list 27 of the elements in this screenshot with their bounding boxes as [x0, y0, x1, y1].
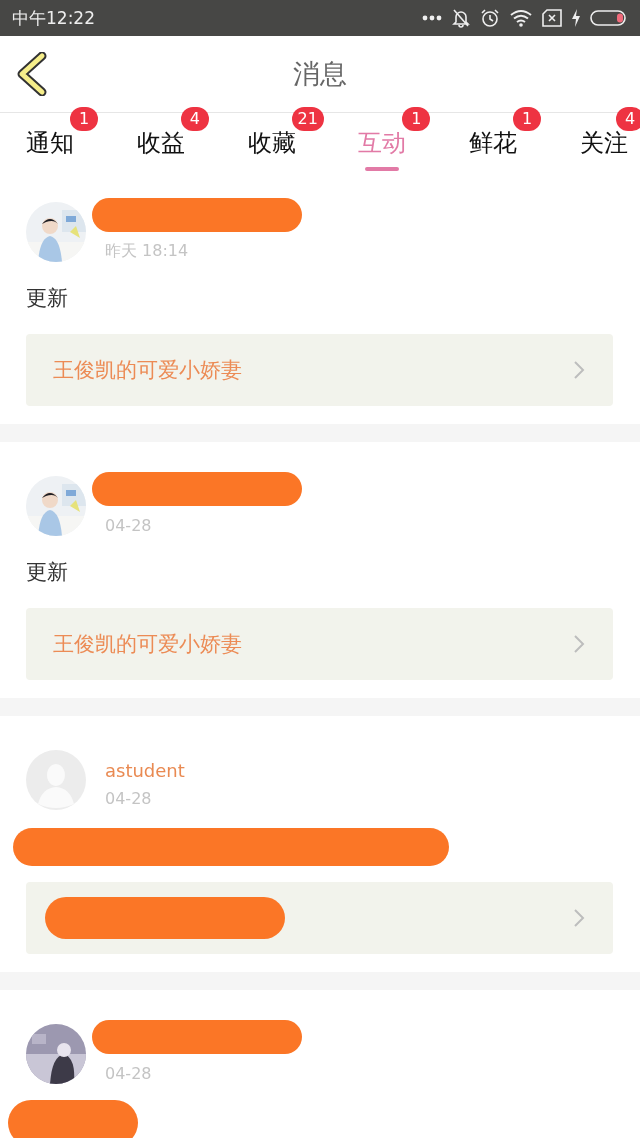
- muted-bell-icon: [451, 8, 471, 28]
- chevron-right-icon: [573, 634, 585, 654]
- count-badge: 4: [180, 107, 209, 131]
- status-time: 中午12:22: [12, 6, 95, 30]
- message-time: 昨天 18:14: [105, 240, 189, 262]
- count-badge: 21: [291, 107, 324, 131]
- wifi-icon: [509, 9, 533, 27]
- charging-icon: [571, 9, 581, 27]
- chevron-right-icon: [573, 908, 585, 928]
- dots-icon: [422, 15, 442, 21]
- story-title: 王俊凯的可爱小娇妻: [53, 631, 242, 658]
- no-sim-icon: [542, 9, 562, 27]
- page-title: 消息: [293, 57, 347, 91]
- back-icon[interactable]: [16, 52, 48, 96]
- count-badge: 1: [513, 107, 542, 131]
- message-text: 更新: [26, 559, 68, 586]
- message-time: 04-28: [105, 1063, 152, 1083]
- count-badge: 4: [616, 107, 640, 131]
- count-badge: 1: [70, 107, 98, 131]
- count-badge: 1: [402, 107, 431, 131]
- chevron-right-icon: [573, 360, 585, 380]
- message-text: 更新: [26, 285, 68, 312]
- battery-icon: [590, 10, 628, 26]
- alarm-icon: [480, 8, 500, 28]
- story-title: 王俊凯的可爱小娇妻: [53, 357, 242, 384]
- message-time: 04-28: [105, 789, 153, 808]
- message-time: 04-28: [105, 515, 152, 535]
